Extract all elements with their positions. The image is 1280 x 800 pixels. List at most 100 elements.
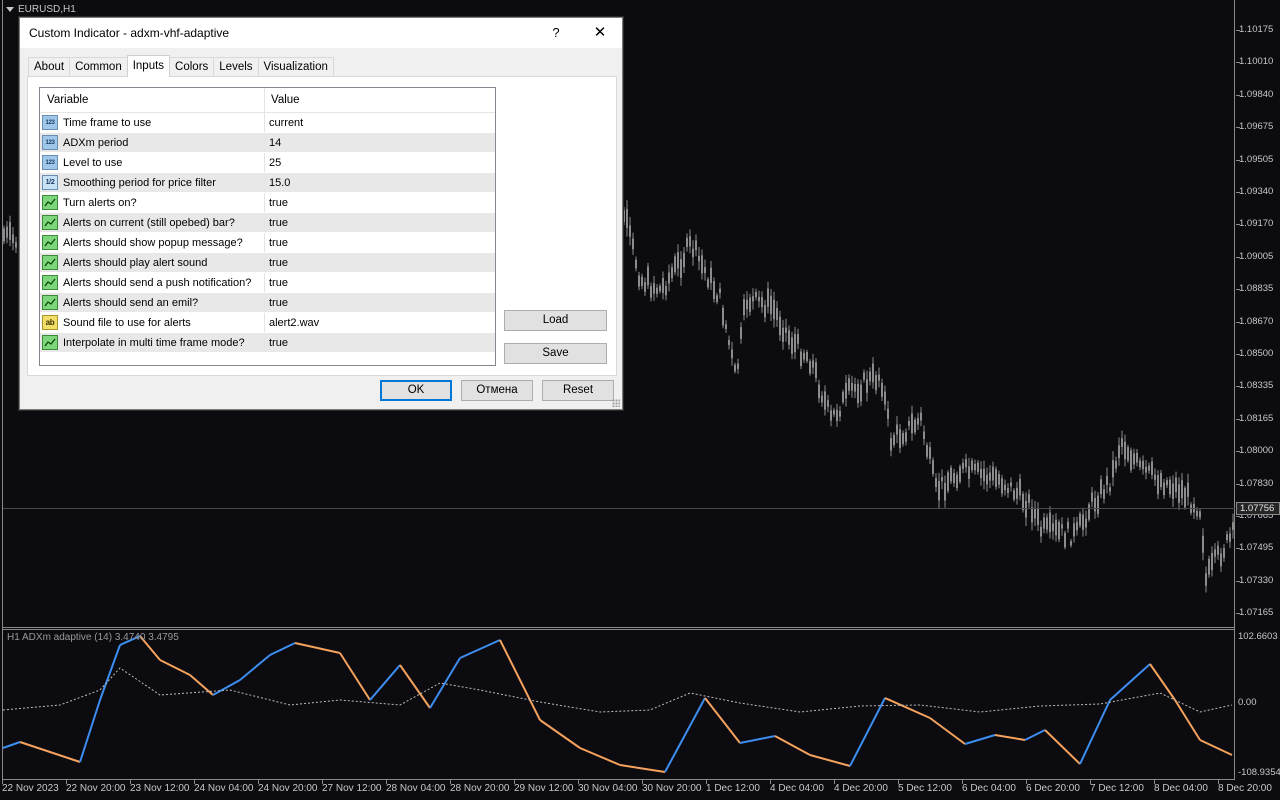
input-value-cell[interactable]: true	[265, 193, 495, 212]
price-tick-label: 1.08500	[1239, 348, 1274, 359]
input-row[interactable]: 123 Time frame to use current	[40, 113, 495, 133]
input-row[interactable]: ab Sound file to use for alerts alert2.wav	[40, 313, 495, 333]
time-label: 30 Nov 20:00	[642, 783, 702, 794]
symbol-label: EURUSD,H1	[18, 4, 76, 15]
price-tick-label: 1.09675	[1239, 121, 1274, 133]
time-label: 24 Nov 20:00	[258, 783, 318, 794]
input-value-cell[interactable]: true	[265, 333, 495, 352]
price-tick-label: 1.08835	[1239, 283, 1274, 295]
input-variable-cell: 123 ADXm period	[40, 133, 265, 152]
input-variable-label: Sound file to use for alerts	[63, 316, 191, 329]
price-tick-label: 1.09505	[1239, 153, 1274, 165]
load-button[interactable]: Load	[504, 310, 607, 331]
inputs-panel: Variable Value 123 Time frame to use curre…	[27, 76, 617, 376]
int-type-icon: 123	[42, 135, 58, 150]
input-row[interactable]: Interpolate in multi time frame mode? tru…	[40, 333, 495, 353]
price-tick-label: 1.08000	[1239, 445, 1274, 457]
price-tick-label: 1.07495	[1239, 542, 1274, 554]
input-row[interactable]: 123 Level to use 25	[40, 153, 495, 173]
price-tick-label: 1.09170	[1239, 218, 1274, 230]
input-value-cell[interactable]: true	[265, 213, 495, 232]
chart-symbol-title[interactable]: EURUSD,H1	[6, 4, 76, 15]
reset-button[interactable]: Reset	[542, 380, 614, 401]
custom-indicator-dialog: Custom Indicator - adxm-vhf-adaptive ? ✕…	[19, 17, 623, 410]
input-row[interactable]: 1/2 Smoothing period for price filter 15.0	[40, 173, 495, 193]
input-variable-cell: Alerts should play alert sound	[40, 253, 265, 272]
input-value-cell[interactable]: true	[265, 233, 495, 252]
tab-common[interactable]: Common	[69, 57, 128, 77]
input-value-cell[interactable]: true	[265, 293, 495, 312]
dialog-titlebar[interactable]: Custom Indicator - adxm-vhf-adaptive ? ✕	[20, 18, 622, 48]
tab-inputs[interactable]: Inputs	[126, 55, 171, 77]
ok-button[interactable]: OK	[380, 380, 452, 401]
input-row[interactable]: Alerts should play alert sound true	[40, 253, 495, 273]
input-variable-label: Alerts should send an emil?	[63, 296, 199, 309]
indicator-scale-zero: 0.00	[1238, 697, 1257, 708]
string-type-icon: ab	[42, 315, 58, 330]
bool-type-icon	[42, 255, 58, 270]
time-label: 1 Dec 12:00	[706, 783, 760, 794]
input-value-cell[interactable]: 25	[265, 153, 495, 172]
input-variable-cell: 123 Time frame to use	[40, 113, 265, 132]
dialog-title: Custom Indicator - adxm-vhf-adaptive	[29, 26, 230, 40]
tab-visualization[interactable]: Visualization	[257, 57, 334, 77]
price-tick-label: 1.07165	[1239, 607, 1274, 619]
input-variable-label: Level to use	[63, 156, 123, 169]
input-value-cell[interactable]: alert2.wav	[265, 313, 495, 332]
terminal-window: EURUSD,H1 1.10175 1.10010 1.09840 1.09675 1.…	[0, 0, 1280, 800]
input-variable-cell: 123 Level to use	[40, 153, 265, 172]
inputs-grid[interactable]: Variable Value 123 Time frame to use curre…	[39, 87, 496, 366]
price-tick-label: 1.09340	[1239, 186, 1274, 197]
input-variable-label: Smoothing period for price filter	[63, 176, 216, 189]
input-variable-cell: Alerts should show popup message?	[40, 233, 265, 252]
price-tick-label: 1.08165	[1239, 412, 1274, 424]
indicator-scale-top: 102.6603	[1238, 631, 1278, 642]
input-value-cell[interactable]: 14	[265, 133, 495, 152]
input-variable-label: Alerts should send a push notification?	[63, 276, 252, 289]
time-label: 7 Dec 12:00	[1090, 783, 1144, 794]
column-header-value[interactable]: Value	[265, 88, 495, 112]
input-variable-cell: Alerts should send an emil?	[40, 293, 265, 312]
input-row[interactable]: Alerts on current (still opebed) bar? tru…	[40, 213, 495, 233]
indicator-title: H1 ADXm adaptive (14) 3.4740 3.4795	[7, 632, 179, 643]
input-value-cell[interactable]: true	[265, 273, 495, 292]
dialog-tabs: About Common Inputs Colors Levels Visual…	[28, 55, 334, 77]
input-value-cell[interactable]: 15.0	[265, 173, 495, 192]
bool-type-icon	[42, 215, 58, 230]
tab-colors[interactable]: Colors	[169, 57, 215, 77]
input-row[interactable]: Turn alerts on? true	[40, 193, 495, 213]
resize-grip-icon[interactable]	[612, 399, 620, 407]
subwindow-separator[interactable]	[2, 627, 1235, 630]
input-variable-label: Alerts on current (still opebed) bar?	[63, 216, 235, 229]
time-label: 29 Nov 12:00	[514, 783, 574, 794]
chart-menu-triangle-icon[interactable]	[6, 7, 14, 12]
cancel-button[interactable]: Отмена	[461, 380, 533, 401]
double-type-icon: 1/2	[42, 175, 58, 190]
column-header-variable[interactable]: Variable	[40, 88, 265, 112]
bool-type-icon	[42, 235, 58, 250]
bool-type-icon	[42, 195, 58, 210]
time-label: 4 Dec 04:00	[770, 783, 824, 794]
tab-levels[interactable]: Levels	[213, 57, 259, 77]
save-button[interactable]: Save	[504, 343, 607, 364]
input-value-cell[interactable]: true	[265, 253, 495, 272]
time-label: 22 Nov 20:00	[66, 783, 126, 794]
current-price-line	[3, 508, 1235, 509]
input-row[interactable]: Alerts should send an emil? true	[40, 293, 495, 313]
input-row[interactable]: Alerts should show popup message? true	[40, 233, 495, 253]
input-variable-label: Turn alerts on?	[63, 196, 137, 209]
time-label: 4 Dec 20:00	[834, 783, 888, 794]
price-tick-label: 1.09840	[1239, 88, 1274, 100]
input-row[interactable]: 123 ADXm period 14	[40, 133, 495, 153]
input-row[interactable]: Alerts should send a push notification? t…	[40, 273, 495, 293]
time-label: 28 Nov 04:00	[386, 783, 446, 794]
help-button[interactable]: ?	[542, 21, 570, 45]
indicator-scale-bottom: -108.9354	[1238, 767, 1280, 778]
price-scale[interactable]: 1.10175 1.10010 1.09840 1.09675 1.09505 1.093…	[1236, 0, 1280, 627]
tab-about[interactable]: About	[28, 57, 71, 77]
input-variable-cell: Turn alerts on?	[40, 193, 265, 212]
input-variable-label: ADXm period	[63, 136, 129, 149]
input-value-cell[interactable]: current	[265, 113, 495, 132]
time-axis[interactable]: 22 Nov 2023 22 Nov 20:00 23 Nov 12:00 24 No…	[0, 780, 1280, 800]
close-button[interactable]: ✕	[586, 21, 614, 45]
